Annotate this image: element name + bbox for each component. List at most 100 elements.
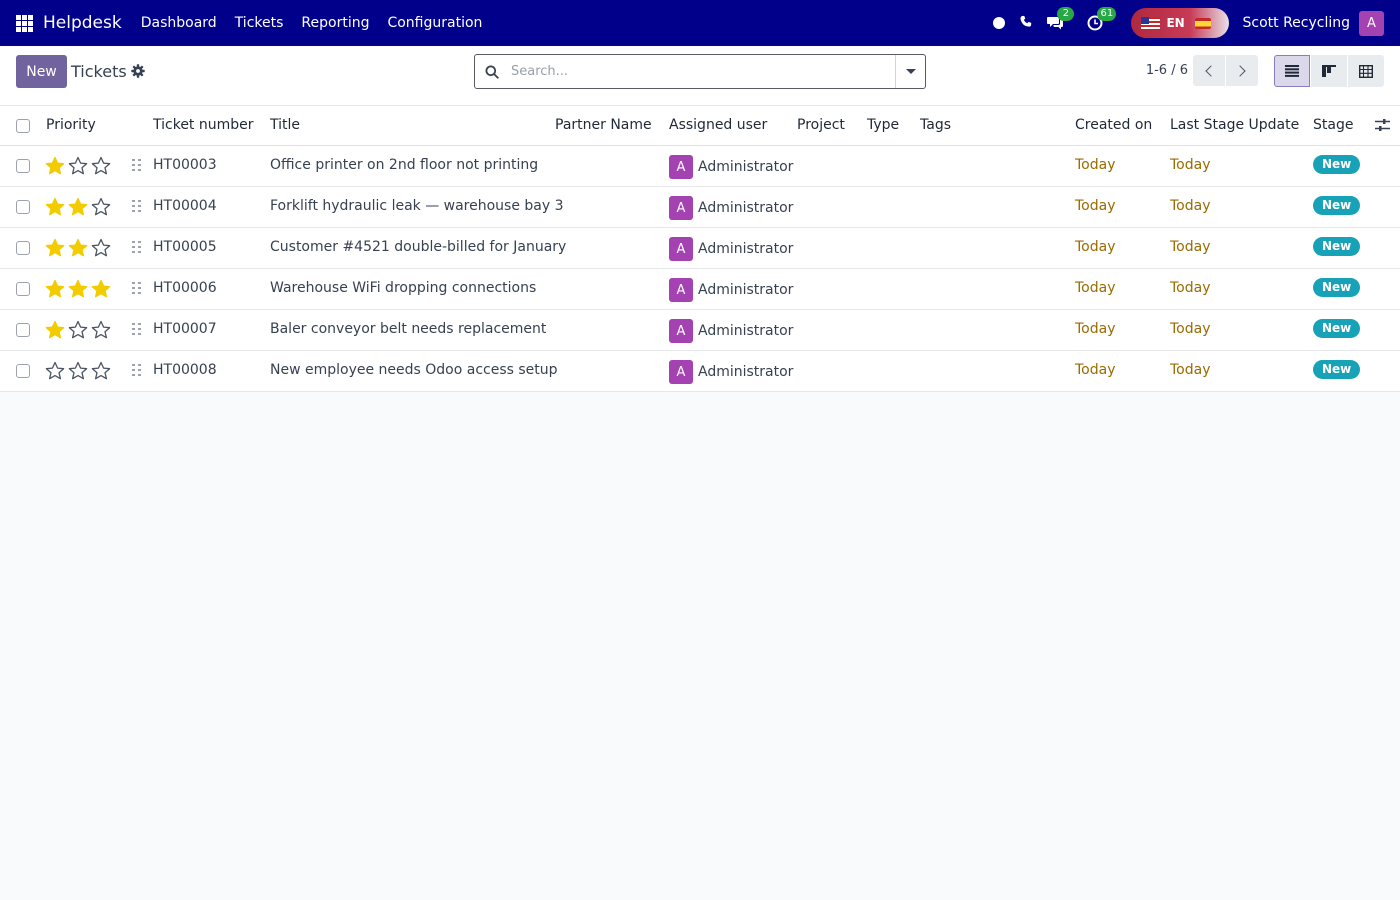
language-switcher[interactable]: EN [1131,8,1230,38]
drag-handle-icon[interactable] [132,200,141,213]
table-row[interactable]: HT00004 Forklift hydraulic leak — warehou… [0,187,1400,228]
kanban-view-button[interactable] [1311,55,1347,87]
star-filled-icon[interactable] [68,238,88,258]
drag-handle-icon[interactable] [132,159,141,172]
priority-stars [45,361,111,381]
pivot-view-button[interactable] [1348,55,1384,87]
column-partner-name[interactable]: Partner Name [555,117,652,133]
ticket-number: HT00008 [153,362,217,378]
row-select-checkbox[interactable] [16,200,30,214]
table-row[interactable]: HT00007 Baler conveyor belt needs replace… [0,310,1400,351]
column-ticket-number[interactable]: Ticket number [153,117,254,133]
column-assigned-user[interactable]: Assigned user [669,117,767,133]
table-row[interactable]: HT00003 Office printer on 2nd floor not p… [0,146,1400,187]
row-select-checkbox[interactable] [16,241,30,255]
star-empty-icon[interactable] [68,320,88,340]
status-dot-icon[interactable] [993,17,1006,29]
column-stage[interactable]: Stage [1313,117,1353,133]
column-type[interactable]: Type [867,117,899,133]
column-title[interactable]: Title [270,117,300,133]
apps-grid-icon[interactable] [16,14,33,32]
star-empty-icon[interactable] [91,197,111,217]
row-select-checkbox[interactable] [16,159,30,173]
row-select-checkbox[interactable] [16,364,30,378]
menu-tickets[interactable]: Tickets [226,15,293,31]
pager-next-button[interactable] [1226,55,1258,86]
assigned-user-name: Administrator [698,282,794,298]
menu-dashboard[interactable]: Dashboard [132,15,226,31]
star-filled-icon[interactable] [45,156,65,176]
navbar-systray: 2 61 EN Scott Recycling A [993,0,1400,46]
star-filled-icon[interactable] [68,279,88,299]
star-filled-icon[interactable] [45,320,65,340]
menu-configuration[interactable]: Configuration [378,15,491,31]
assigned-user-avatar: A [669,319,693,343]
table-row[interactable]: HT00008 New employee needs Odoo access se… [0,351,1400,392]
stage-badge: New [1313,155,1361,174]
star-empty-icon[interactable] [91,361,111,381]
new-button[interactable]: New [16,55,67,88]
table-row[interactable]: HT00005 Customer #4521 double-billed for … [0,228,1400,269]
pivot-view-icon [1359,64,1373,78]
messages-icon[interactable]: 2 [1047,7,1075,31]
phone-icon[interactable] [1019,15,1035,31]
activities-count-badge: 61 [1097,7,1117,21]
star-filled-icon[interactable] [45,197,65,217]
drag-handle-icon[interactable] [132,364,141,377]
pager-value[interactable]: 1-6 / 6 [1140,63,1188,78]
stage-badge: New [1313,278,1361,297]
star-empty-icon[interactable] [91,156,111,176]
star-filled-icon[interactable] [91,279,111,299]
star-filled-icon[interactable] [45,238,65,258]
last-stage-update-date: Today [1170,239,1211,255]
row-select-checkbox[interactable] [16,323,30,337]
list-view-button[interactable] [1274,55,1310,87]
created-on-date: Today [1075,157,1116,173]
assigned-user-name: Administrator [698,200,794,216]
column-project[interactable]: Project [797,117,845,133]
ticket-title: Forklift hydraulic leak — warehouse bay … [270,198,564,214]
column-last-stage-update[interactable]: Last Stage Update [1170,117,1299,133]
app-name[interactable]: Helpdesk [43,13,122,33]
column-created-on[interactable]: Created on [1075,117,1152,133]
last-stage-update-date: Today [1170,157,1211,173]
star-empty-icon[interactable] [45,361,65,381]
star-empty-icon[interactable] [68,156,88,176]
company-switcher[interactable]: Scott Recycling [1242,15,1350,31]
optional-columns-toggle-icon[interactable] [1375,118,1390,132]
search-options-toggle[interactable] [895,55,925,88]
star-filled-icon[interactable] [45,279,65,299]
drag-handle-icon[interactable] [132,241,141,254]
chevron-right-icon [1234,64,1246,77]
drag-handle-icon[interactable] [132,323,141,336]
column-priority[interactable]: Priority [46,117,96,133]
select-all-checkbox[interactable] [16,119,30,133]
ticket-title: Baler conveyor belt needs replacement [270,321,547,337]
pager-previous-button[interactable] [1193,55,1225,86]
ticket-number: HT00005 [153,239,217,255]
table-body: HT00003 Office printer on 2nd floor not p… [0,146,1400,392]
last-stage-update-date: Today [1170,321,1211,337]
search-input[interactable] [511,56,891,87]
priority-stars [45,279,111,299]
search-bar [474,54,926,89]
star-empty-icon[interactable] [91,238,111,258]
star-empty-icon[interactable] [91,320,111,340]
assigned-user-avatar: A [669,155,693,179]
table-header: Priority Ticket number Title Partner Nam… [0,106,1400,146]
drag-handle-icon[interactable] [132,282,141,295]
assigned-user-name: Administrator [698,241,794,257]
menu-reporting[interactable]: Reporting [292,15,378,31]
gear-icon[interactable] [131,64,145,78]
user-avatar[interactable]: A [1359,10,1384,36]
priority-stars [45,320,111,340]
row-select-checkbox[interactable] [16,282,30,296]
star-filled-icon[interactable] [68,197,88,217]
activities-clock-icon[interactable]: 61 [1087,7,1117,31]
table-row[interactable]: HT00006 Warehouse WiFi dropping connectio… [0,269,1400,310]
star-empty-icon[interactable] [68,361,88,381]
column-tags[interactable]: Tags [920,117,951,133]
assigned-user-avatar: A [669,360,693,384]
ticket-title: Warehouse WiFi dropping connections [270,280,537,296]
kanban-view-icon [1322,65,1336,77]
